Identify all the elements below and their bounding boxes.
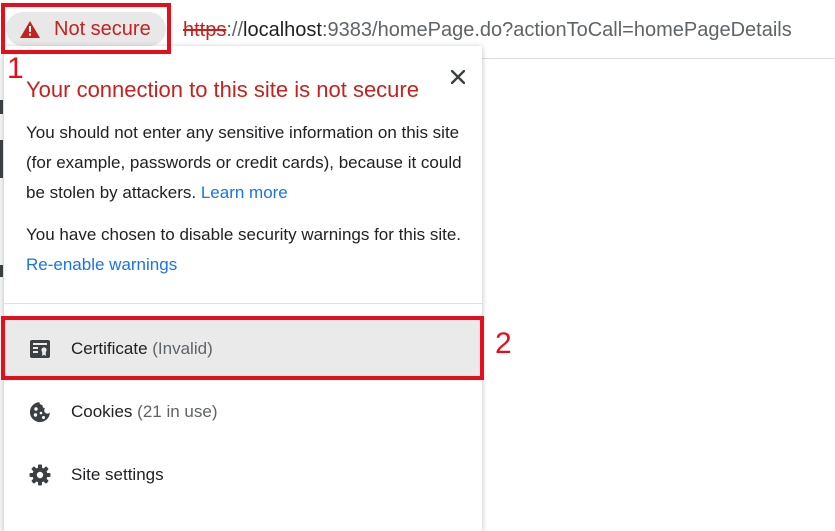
site-settings-row[interactable]: Site settings [4,444,482,506]
url-host: localhost [243,19,322,41]
security-warning-paragraph: You should not enter any sensitive infor… [26,118,466,208]
divider [4,303,482,304]
annotation-label-1: 1 [7,52,24,85]
url-path: :9383/homePage.do?actionToCall=homePageD… [321,19,792,41]
page-text-fragment [0,140,3,178]
cookies-row[interactable]: Cookies (21 in use) [4,381,482,443]
popup-title: Your connection to this site is not secu… [26,77,419,102]
cookies-label: Cookies [71,402,133,421]
reenable-warnings-link[interactable]: Re-enable warnings [26,255,177,274]
close-icon [451,70,465,84]
close-button[interactable] [444,63,472,91]
site-settings-label: Site settings [71,465,164,484]
url-scheme: https [183,19,227,41]
cookies-count: (21 in use) [137,402,218,421]
cookies-row-label: Cookies (21 in use) [71,400,217,424]
annotation-box-1 [1,3,171,54]
url-separator: :// [226,19,244,41]
page-text-fragment [0,100,3,114]
disabled-warnings-text: You have chosen to disable security warn… [26,225,462,244]
disabled-warnings-paragraph: You have chosen to disable security warn… [26,220,466,280]
annotation-box-2 [1,316,484,380]
url-field[interactable]: https://localhost:9383/homePage.do?actio… [183,17,792,43]
site-info-popup: Your connection to this site is not secu… [4,46,482,531]
gear-icon [29,464,51,486]
popup-body: You should not enter any sensitive infor… [26,118,466,292]
learn-more-link[interactable]: Learn more [201,183,288,202]
page-text-fragment [0,265,3,277]
annotation-label-2: 2 [495,327,512,360]
cookie-icon [29,402,50,423]
